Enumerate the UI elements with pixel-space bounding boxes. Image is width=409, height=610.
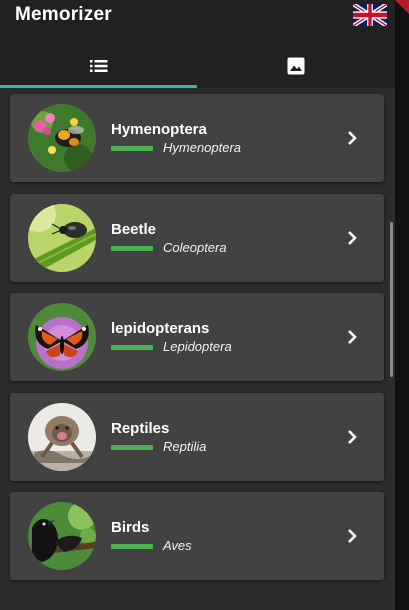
- category-card-beetle[interactable]: Beetle Coleoptera: [10, 194, 384, 282]
- chevron-right-icon: [348, 131, 357, 145]
- category-card-reptiles[interactable]: Reptiles Reptilia: [10, 393, 384, 481]
- category-latin-name: Reptilia: [163, 439, 207, 454]
- app-title: Memorizer: [15, 4, 112, 25]
- progress-bar: [111, 544, 153, 549]
- image-icon: [287, 57, 304, 75]
- category-card-hymenoptera[interactable]: Hymenoptera Hymenoptera: [10, 94, 384, 182]
- category-latin-name: Hymenoptera: [163, 140, 242, 155]
- tab-gallery[interactable]: [197, 44, 394, 88]
- list-icon: [89, 60, 107, 72]
- chevron-right-icon: [348, 231, 357, 245]
- category-name: Hymenoptera: [111, 121, 207, 138]
- category-name: Birds: [111, 519, 150, 536]
- progress-bar: [111, 445, 153, 450]
- bee-on-flowers-photo: [28, 104, 96, 172]
- category-card-lepidopterans[interactable]: lepidopterans Lepidoptera: [10, 293, 384, 381]
- category-card-birds[interactable]: Birds Aves: [10, 492, 384, 580]
- category-name: Reptiles: [111, 420, 170, 437]
- frilled-lizard-photo: [28, 403, 96, 471]
- category-latin-name: Coleoptera: [163, 240, 227, 255]
- list-scrollbar[interactable]: [390, 222, 393, 377]
- corner-badge: [395, 0, 409, 14]
- black-bird-photo: [28, 502, 96, 570]
- category-list[interactable]: Hymenoptera Hymenoptera Beetle Coleopter…: [0, 88, 395, 610]
- tab-list[interactable]: [0, 44, 197, 88]
- chevron-right-icon: [348, 330, 357, 344]
- chevron-right-icon: [348, 529, 357, 543]
- progress-bar: [111, 345, 153, 350]
- category-name: lepidopterans: [111, 320, 210, 337]
- category-latin-name: Aves: [163, 538, 192, 553]
- beetle-on-leaf-photo: [28, 204, 96, 272]
- butterfly-on-flower-photo: [28, 303, 96, 371]
- chevron-right-icon: [348, 430, 357, 444]
- app-bar: Memorizer: [0, 0, 395, 88]
- progress-bar: [111, 246, 153, 251]
- app-screen: Memorizer Hymenoptera Hymenoptera Beetle…: [0, 0, 395, 610]
- category-latin-name: Lepidoptera: [163, 339, 232, 354]
- progress-bar: [111, 146, 153, 151]
- category-name: Beetle: [111, 221, 157, 238]
- uk-flag-icon[interactable]: [353, 4, 387, 26]
